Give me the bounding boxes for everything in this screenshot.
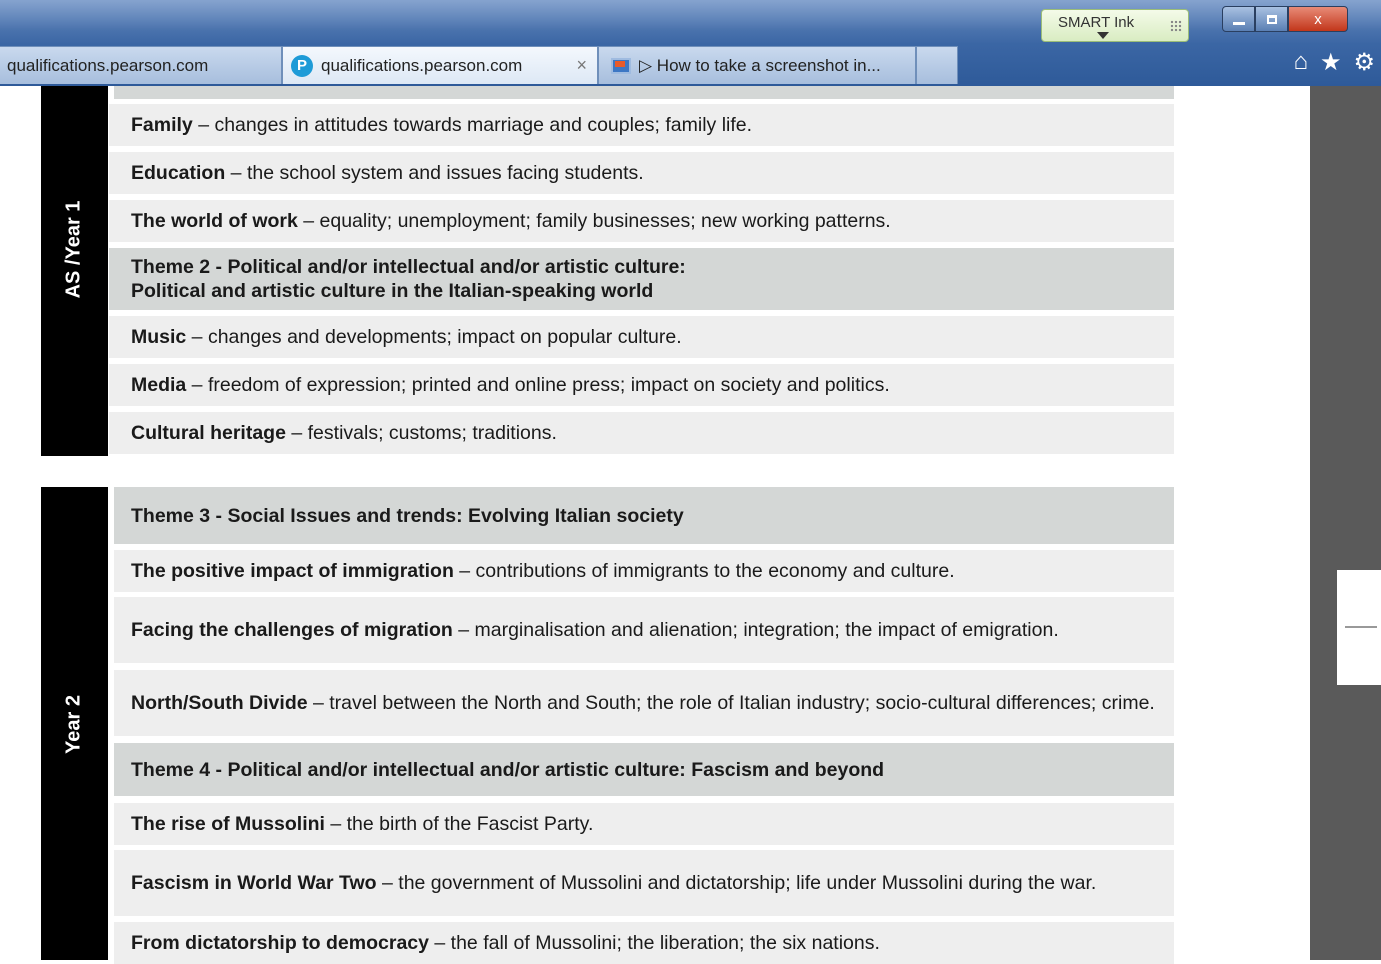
video-favicon-icon [611,57,631,74]
tab-pearson-active[interactable]: P qualifications.pearson.com × [282,46,598,84]
topic-description: – the birth of the Fascist Party. [324,813,594,835]
topic-description: – freedom of expression; printed and onl… [186,374,890,396]
window-controls: x [1222,6,1348,32]
row-text: Media – freedom of expression; printed a… [131,373,1162,397]
favorites-star-icon[interactable]: ★ [1320,48,1342,77]
topic-row: Music – changes and developments; impact… [109,316,1174,358]
topic-title: Education [131,162,226,184]
row-text: Music – changes and developments; impact… [131,325,1162,349]
tab-screenshot-video[interactable]: ▷ How to take a screenshot in... [598,46,916,84]
topic-title: The positive impact of immigration [131,560,454,582]
maximize-icon [1266,14,1277,24]
topic-title: Cultural heritage [131,422,286,444]
row-text: Education – the school system and issues… [131,161,1162,185]
topic-title: Music [131,326,187,348]
row-text: Theme 3 - Social Issues and trends: Evol… [131,504,1162,528]
section-label: Year 2 [62,695,85,754]
topic-description: – travel between the North and South; th… [307,692,1155,714]
tab-pearson-1[interactable]: qualifications.pearson.com [0,46,282,84]
theme-heading-row: Theme 2 - Political and/or intellectual … [109,248,1174,310]
row-text: The world of work – equality; unemployme… [131,209,1162,233]
row-text: Facing the challenges of migration – mar… [131,618,1162,642]
row-text: Cultural heritage – festivals; customs; … [131,421,1162,445]
topic-title: Fascism in World War Two [131,872,377,894]
smart-ink-grip-icon[interactable] [1170,20,1182,32]
topic-row: The world of work – equality; unemployme… [109,200,1174,242]
right-side-panel [1310,86,1381,960]
topic-row: Media – freedom of expression; printed a… [109,364,1174,406]
topic-row: Family – changes in attitudes towards ma… [109,104,1174,146]
smart-ink-toolbar[interactable]: SMART Ink [1041,9,1189,42]
theme-title-line: Theme 2 - Political and/or intellectual … [131,256,686,278]
topic-description: – changes and developments; impact on po… [186,326,682,348]
topic-description: – festivals; customs; traditions. [285,422,557,444]
topic-title: The world of work [131,210,298,232]
row-text: The positive impact of immigration – con… [131,559,1162,583]
handle-grip-icon [1345,626,1377,628]
topic-row: Education – the school system and issues… [109,152,1174,194]
tab-close-icon[interactable]: × [576,55,587,76]
topic-title: The rise of Mussolini [131,813,325,835]
row-text: North/South Divide – travel between the … [131,691,1162,715]
topic-description: – marginalisation and alienation; integr… [452,619,1059,641]
browser-chrome: SMART Ink x qualifications.pearson.com P… [0,0,1381,86]
tab-label: ▷ How to take a screenshot in... [639,55,881,75]
topic-title: Family [131,114,193,136]
topic-row: North/South Divide – travel between the … [114,670,1174,736]
topic-row: Cultural heritage – festivals; customs; … [109,412,1174,454]
home-icon[interactable]: ⌂ [1293,48,1308,77]
tab-label: qualifications.pearson.com [7,55,209,75]
row-text: Theme 4 - Political and/or intellectual … [131,758,1162,782]
side-panel-handle[interactable] [1337,570,1381,685]
topic-row: The rise of Mussolini – the birth of the… [114,803,1174,845]
topic-title: Facing the challenges of migration [131,619,453,641]
topic-title: From dictatorship to democracy [131,932,429,954]
topic-row: From dictatorship to democracy – the fal… [114,922,1174,964]
topic-description: – contributions of immigrants to the eco… [453,560,955,582]
close-icon: x [1314,10,1322,28]
maximize-button[interactable] [1255,6,1288,32]
row-text: Theme 2 - Political and/or intellectual … [131,255,1162,303]
row-text: From dictatorship to democracy – the fal… [131,931,1162,955]
topic-title: Media [131,374,187,396]
minimize-button[interactable] [1222,6,1255,32]
theme-title-line: Theme 3 - Social Issues and trends: Evol… [131,504,684,527]
tab-label: qualifications.pearson.com [321,55,523,75]
new-tab-button[interactable] [916,46,958,84]
settings-gear-icon[interactable]: ⚙ [1353,48,1375,77]
row-text: The rise of Mussolini – the birth of the… [131,812,1162,836]
topic-description: – the school system and issues facing st… [225,162,644,184]
topic-description: – changes in attitudes towards marriage … [192,114,753,136]
topic-row: Facing the challenges of migration – mar… [114,597,1174,663]
minimize-icon [1232,21,1245,25]
browser-nav-icons: ⌂ ★ ⚙ [1293,48,1375,77]
row-text: Fascism in World War Two – the governmen… [131,871,1162,895]
topic-description: – the fall of Mussolini; the liberation;… [428,932,880,954]
topic-description: – the government of Mussolini and dictat… [376,872,1097,894]
topic-title: North/South Divide [131,692,308,714]
theme-subtitle-line: Political and artistic culture in the It… [131,280,654,302]
pearson-favicon-icon: P [291,54,313,77]
row-text: Family – changes in attitudes towards ma… [131,113,1162,137]
smart-ink-label: SMART Ink [1058,14,1135,31]
close-window-button[interactable]: x [1288,6,1348,32]
topic-description: – equality; unemployment; family busines… [297,210,891,232]
theme-title-line: Theme 4 - Political and/or intellectual … [131,758,885,781]
smart-ink-dropdown-icon[interactable] [1097,32,1109,39]
cut-off-row [114,86,1174,99]
topic-row: Fascism in World War Two – the governmen… [114,850,1174,916]
section-label: AS /Year 1 [62,200,85,299]
tab-bar: qualifications.pearson.com P qualificati… [0,46,1381,84]
theme-heading-row: Theme 4 - Political and/or intellectual … [114,743,1174,796]
theme-heading-row: Theme 3 - Social Issues and trends: Evol… [114,487,1174,544]
topic-row: The positive impact of immigration – con… [114,550,1174,592]
